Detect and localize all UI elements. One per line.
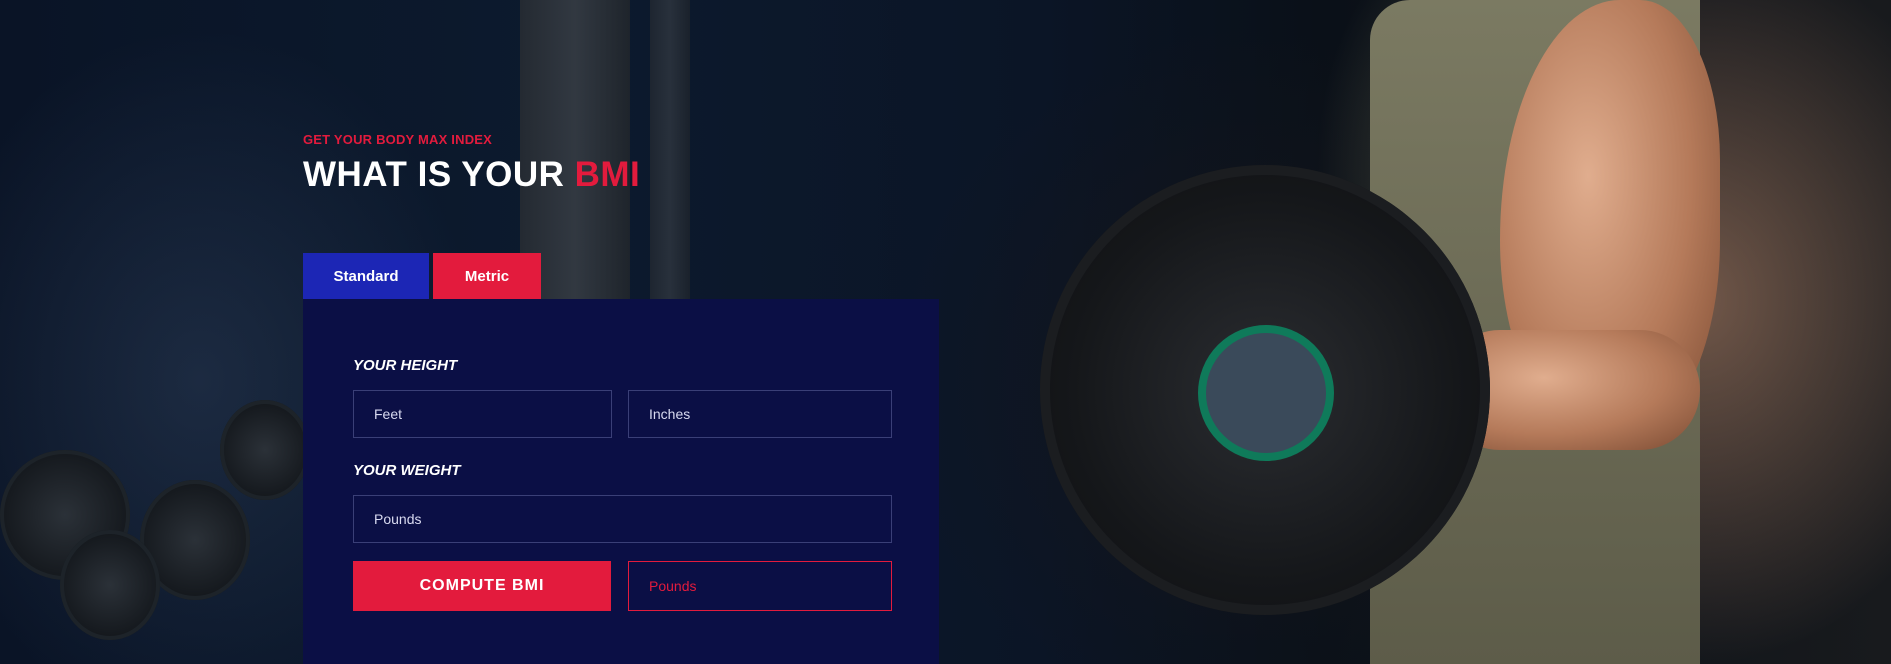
feet-input[interactable] (374, 406, 591, 422)
hero-title-accent: BMI (574, 155, 641, 194)
height-label: YOUR HEIGHT (353, 357, 458, 374)
tab-metric[interactable]: Metric (433, 253, 541, 299)
hero-title-main: WHAT IS YOUR (303, 155, 565, 194)
barbell-hub-image (1198, 325, 1334, 461)
weight-label: YOUR WEIGHT (353, 462, 461, 479)
bmi-result-field: Pounds (628, 561, 892, 611)
hero-title: WHAT IS YOUR BMI (303, 155, 640, 195)
feet-field[interactable] (353, 390, 612, 438)
hero-subtitle: GET YOUR BODY MAX INDEX (303, 132, 493, 147)
inches-input[interactable] (649, 406, 871, 422)
dumbbell-image (220, 400, 310, 500)
gym-pillar (650, 0, 690, 300)
inches-field[interactable] (628, 390, 892, 438)
compute-bmi-button[interactable]: COMPUTE BMI (353, 561, 611, 611)
tab-standard[interactable]: Standard (303, 253, 429, 299)
pounds-field[interactable] (353, 495, 892, 543)
background-photo (0, 0, 1891, 664)
pounds-input[interactable] (374, 511, 871, 527)
bmi-calculator-panel: YOUR HEIGHT YOUR WEIGHT COMPUTE BMI Poun… (303, 299, 939, 664)
dumbbell-image (60, 530, 160, 640)
